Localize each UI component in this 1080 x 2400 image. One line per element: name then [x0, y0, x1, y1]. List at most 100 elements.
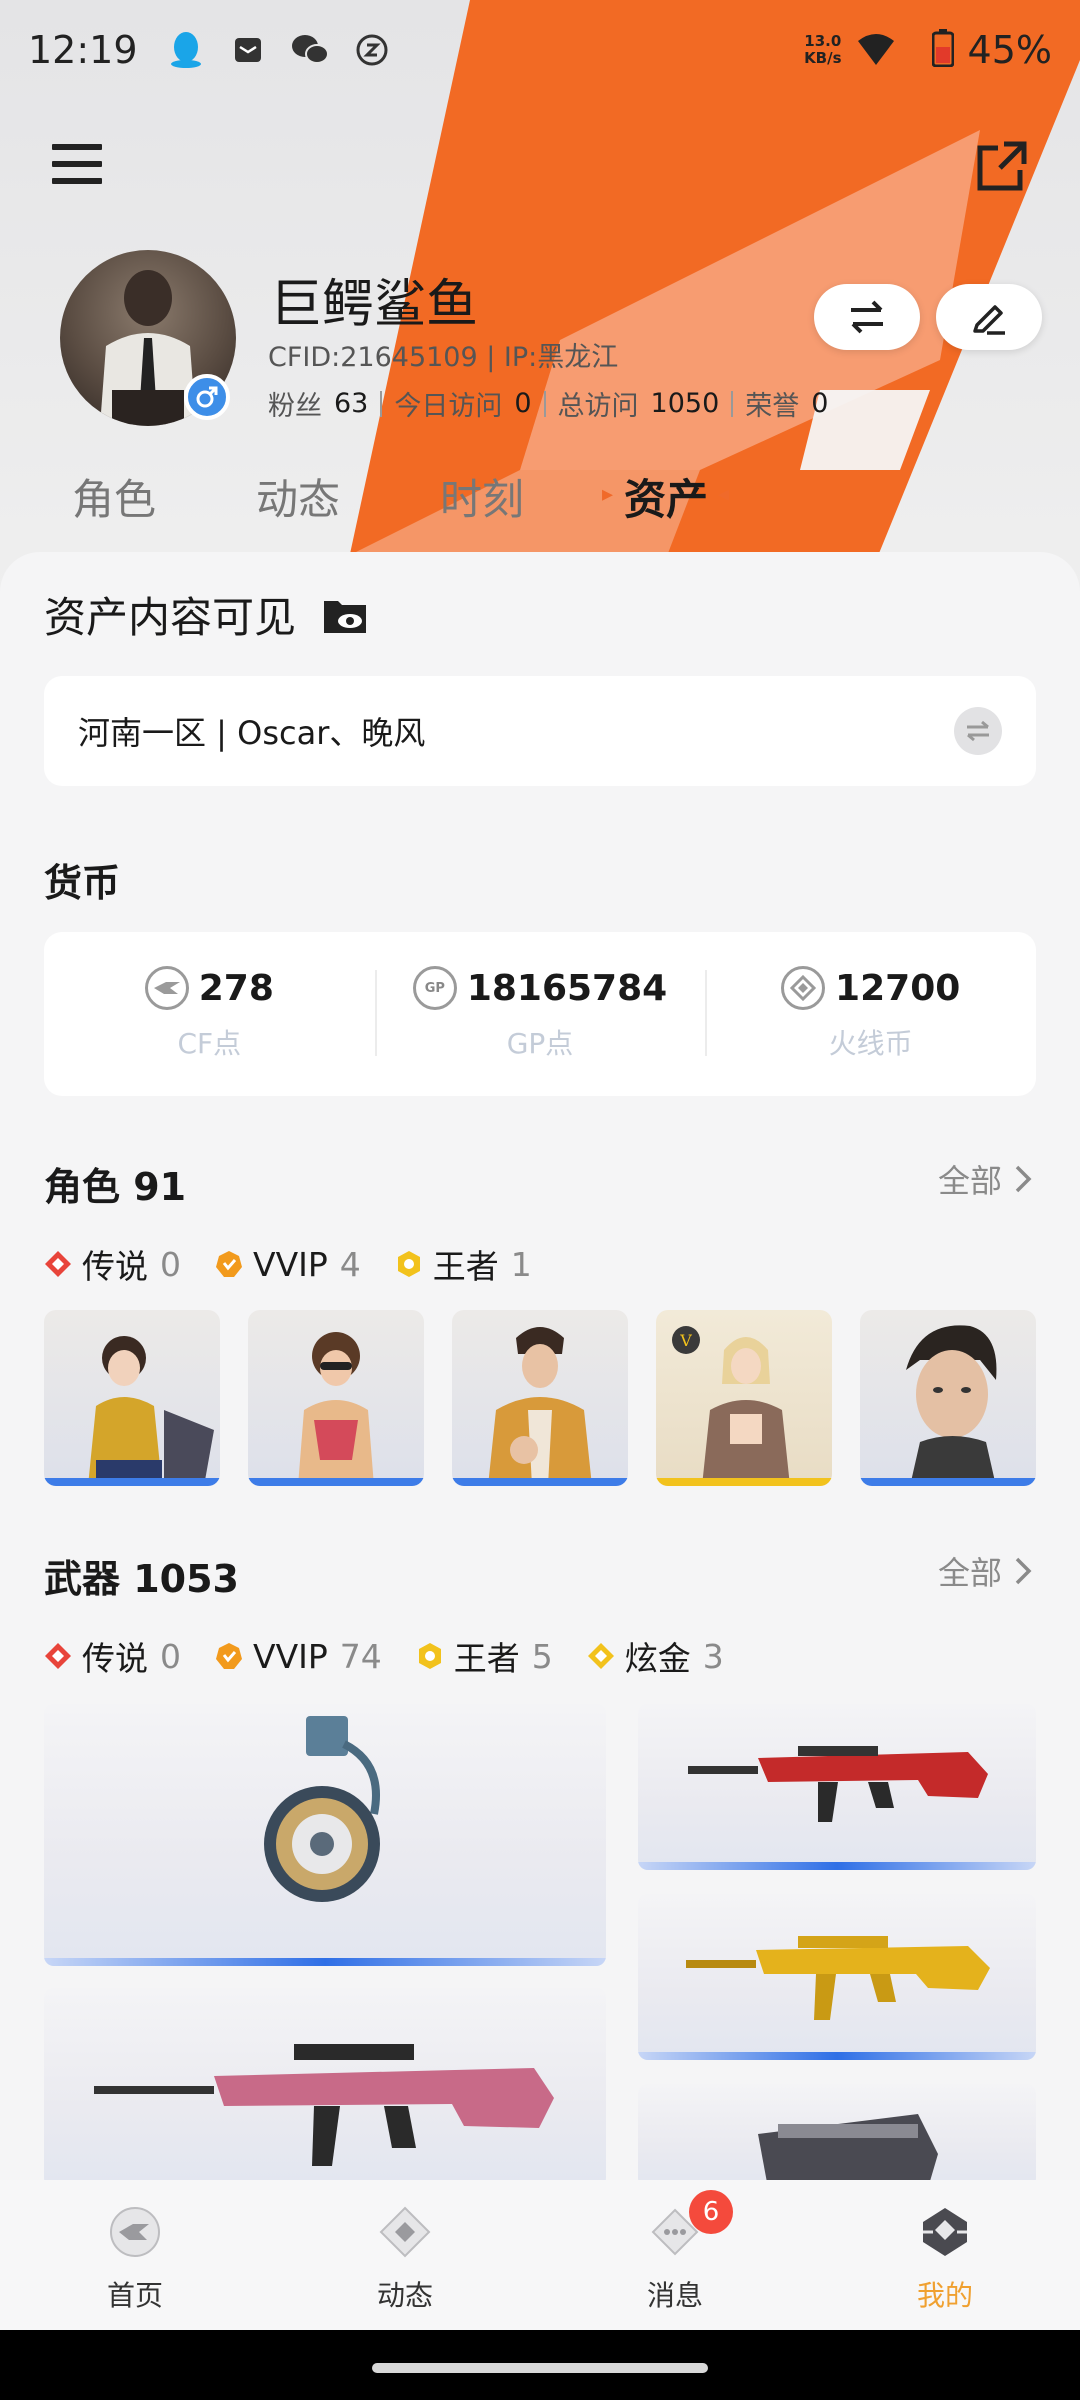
battery-icon — [931, 29, 955, 71]
weapon-card-pistol[interactable] — [638, 2084, 1036, 2182]
stat-total-visits-label: 总访问 — [557, 391, 639, 422]
edit-profile-button[interactable] — [936, 284, 1042, 350]
battery-level: 45% — [967, 28, 1052, 72]
bottom-navigation: 首页 动态 6 消息 我的 — [0, 2180, 1080, 2330]
diamond-feed-icon — [379, 2206, 431, 2258]
roles-view-all-label: 全部 — [937, 1162, 1002, 1200]
tab-indicator-left-icon: ▸ — [602, 482, 614, 507]
status-time: 12:19 — [28, 28, 138, 72]
vvip-badge-icon — [216, 1251, 242, 1277]
mail-icon — [228, 30, 268, 70]
nav-me[interactable]: 我的 — [810, 2180, 1080, 2330]
vpn-icon — [352, 30, 392, 70]
role-rarity-vvip-count: 4 — [339, 1244, 361, 1284]
system-navigation-area — [0, 2330, 1080, 2400]
weapon-card-gold-rifle[interactable] — [638, 1894, 1036, 2060]
server-name: 河南一区 | Oscar、晚风 — [78, 714, 426, 752]
nav-home-label: 首页 — [106, 2279, 163, 2312]
profile-cfid-ip: CFID:21645109 | IP:黑龙江 — [268, 342, 619, 373]
role-rarity-legend[interactable]: 传说 0 — [44, 1240, 181, 1288]
role-rarity-vvip-name: VVIP — [253, 1244, 328, 1284]
weapon-rarity-gold[interactable]: 炫金 3 — [587, 1632, 724, 1680]
currency-card: 278 CF点 GP 18165784 GP点 12700 火线币 — [44, 932, 1036, 1096]
cf-home-icon — [110, 2207, 160, 2257]
gp-coin-icon: GP — [412, 966, 457, 1010]
nav-home[interactable]: 首页 — [0, 2180, 270, 2330]
role-rarity-legend-count: 0 — [160, 1244, 181, 1284]
stat-today-visits-label: 今日访问 — [394, 391, 503, 422]
weapons-section-title: 武器 1053 — [44, 1557, 239, 1601]
weapon-rarity-legend[interactable]: 传说 0 — [44, 1632, 181, 1680]
weapon-rarity-legend-name: 传说 — [82, 1639, 148, 1678]
assets-visibility-title: 资产内容可见 — [44, 584, 368, 645]
tab-indicator-right-icon: ◂ — [718, 482, 730, 507]
currency-fire: 12700 火线币 — [705, 932, 1036, 1096]
nav-feed[interactable]: 动态 — [270, 2180, 540, 2330]
weapon-rarity-king[interactable]: 王者 5 — [416, 1632, 553, 1680]
weapon-card-grenade[interactable] — [44, 1704, 606, 1966]
currency-cf-label: CF点 — [177, 1027, 242, 1060]
tab-moments-feed[interactable]: 动态 — [256, 466, 340, 527]
currency-gp-label: GP点 — [506, 1027, 574, 1060]
home-indicator[interactable] — [372, 2363, 708, 2373]
role-rarity-vvip[interactable]: VVIP 4 — [215, 1245, 361, 1284]
swap-server-icon[interactable] — [954, 707, 1002, 755]
weapon-rarity-vvip-name: VVIP — [253, 1636, 328, 1676]
menu-icon[interactable] — [52, 144, 102, 188]
share-external-icon[interactable] — [976, 140, 1028, 192]
chevron-right-icon — [1015, 1165, 1032, 1193]
stat-honor-label: 荣誉 — [745, 391, 800, 422]
server-selector[interactable]: 河南一区 | Oscar、晚风 — [44, 676, 1036, 786]
weapon-rarity-legend-count: 0 — [160, 1636, 181, 1676]
role-rarity-king-name: 王者 — [432, 1247, 499, 1286]
role-card[interactable] — [248, 1310, 424, 1486]
role-card[interactable] — [860, 1310, 1036, 1486]
switch-account-button[interactable] — [814, 284, 920, 350]
weapon-card-red-rifle[interactable] — [638, 1704, 1036, 1870]
currency-cf: 278 CF点 — [44, 932, 375, 1096]
role-card[interactable] — [452, 1310, 628, 1486]
tab-roles[interactable]: 角色 — [72, 466, 156, 527]
status-bar: 12:19 13.0 KB/s 45% — [0, 0, 1080, 100]
nav-messages[interactable]: 6 消息 — [540, 2180, 810, 2330]
weapons-view-all[interactable]: 全部 — [938, 1548, 1032, 1594]
stat-honor-value: 0 — [811, 388, 829, 419]
tab-assets[interactable]: 资产 — [624, 466, 708, 527]
legend-diamond-icon — [45, 1251, 71, 1277]
cf-coin-icon — [144, 966, 189, 1010]
weapon-rarity-king-name: 王者 — [453, 1639, 520, 1678]
role-card[interactable]: V — [656, 1310, 832, 1486]
weapon-rarity-vvip[interactable]: VVIP 74 — [215, 1637, 382, 1676]
weapons-rarity-filters: 传说 0 VVIP 74 王者 5 炫金 3 — [44, 1632, 724, 1680]
profile-tabs: 角色 动态 时刻 ▸ 资产 ◂ — [0, 466, 1080, 536]
folder-eye-icon[interactable] — [322, 595, 368, 635]
stat-fans-label: 粉丝 — [268, 391, 322, 422]
stat-today-visits-value: 0 — [514, 388, 532, 419]
roles-view-all[interactable]: 全部 — [938, 1156, 1032, 1202]
qq-icon — [166, 30, 206, 70]
role-card[interactable] — [44, 1310, 220, 1486]
role-rarity-legend-name: 传说 — [82, 1247, 148, 1286]
assets-panel: 资产内容可见 河南一区 | Oscar、晚风 货币 278 CF点 GP 181… — [0, 552, 1080, 2182]
weapons-view-all-label: 全部 — [937, 1554, 1002, 1592]
currency-gp: GP 18165784 GP点 — [374, 932, 706, 1096]
nav-messages-label: 消息 — [646, 2279, 703, 2312]
roles-rarity-filters: 传说 0 VVIP 4 王者 1 — [44, 1240, 532, 1288]
role-rarity-king[interactable]: 王者 1 — [395, 1240, 532, 1288]
king-badge-icon — [418, 1643, 441, 1669]
currency-section-title: 货币 — [44, 861, 121, 905]
swap-icon — [851, 300, 883, 334]
profile-nickname: 巨鳄鲨鱼 — [270, 275, 479, 335]
vvip-badge-icon — [216, 1643, 242, 1669]
currency-gp-value: 18165784 — [466, 967, 668, 1009]
message-count-badge: 6 — [689, 2190, 733, 2234]
currency-cf-value: 278 — [198, 967, 274, 1009]
tab-moments[interactable]: 时刻 — [440, 466, 524, 527]
stat-fans-value: 63 — [334, 388, 369, 419]
weapon-card-pink-rifle[interactable] — [44, 1988, 606, 2182]
nav-me-label: 我的 — [916, 2279, 973, 2312]
stat-total-visits-value: 1050 — [650, 388, 720, 419]
fire-coin-icon — [781, 966, 826, 1010]
nav-feed-label: 动态 — [376, 2279, 433, 2312]
legend-diamond-icon — [45, 1643, 71, 1669]
